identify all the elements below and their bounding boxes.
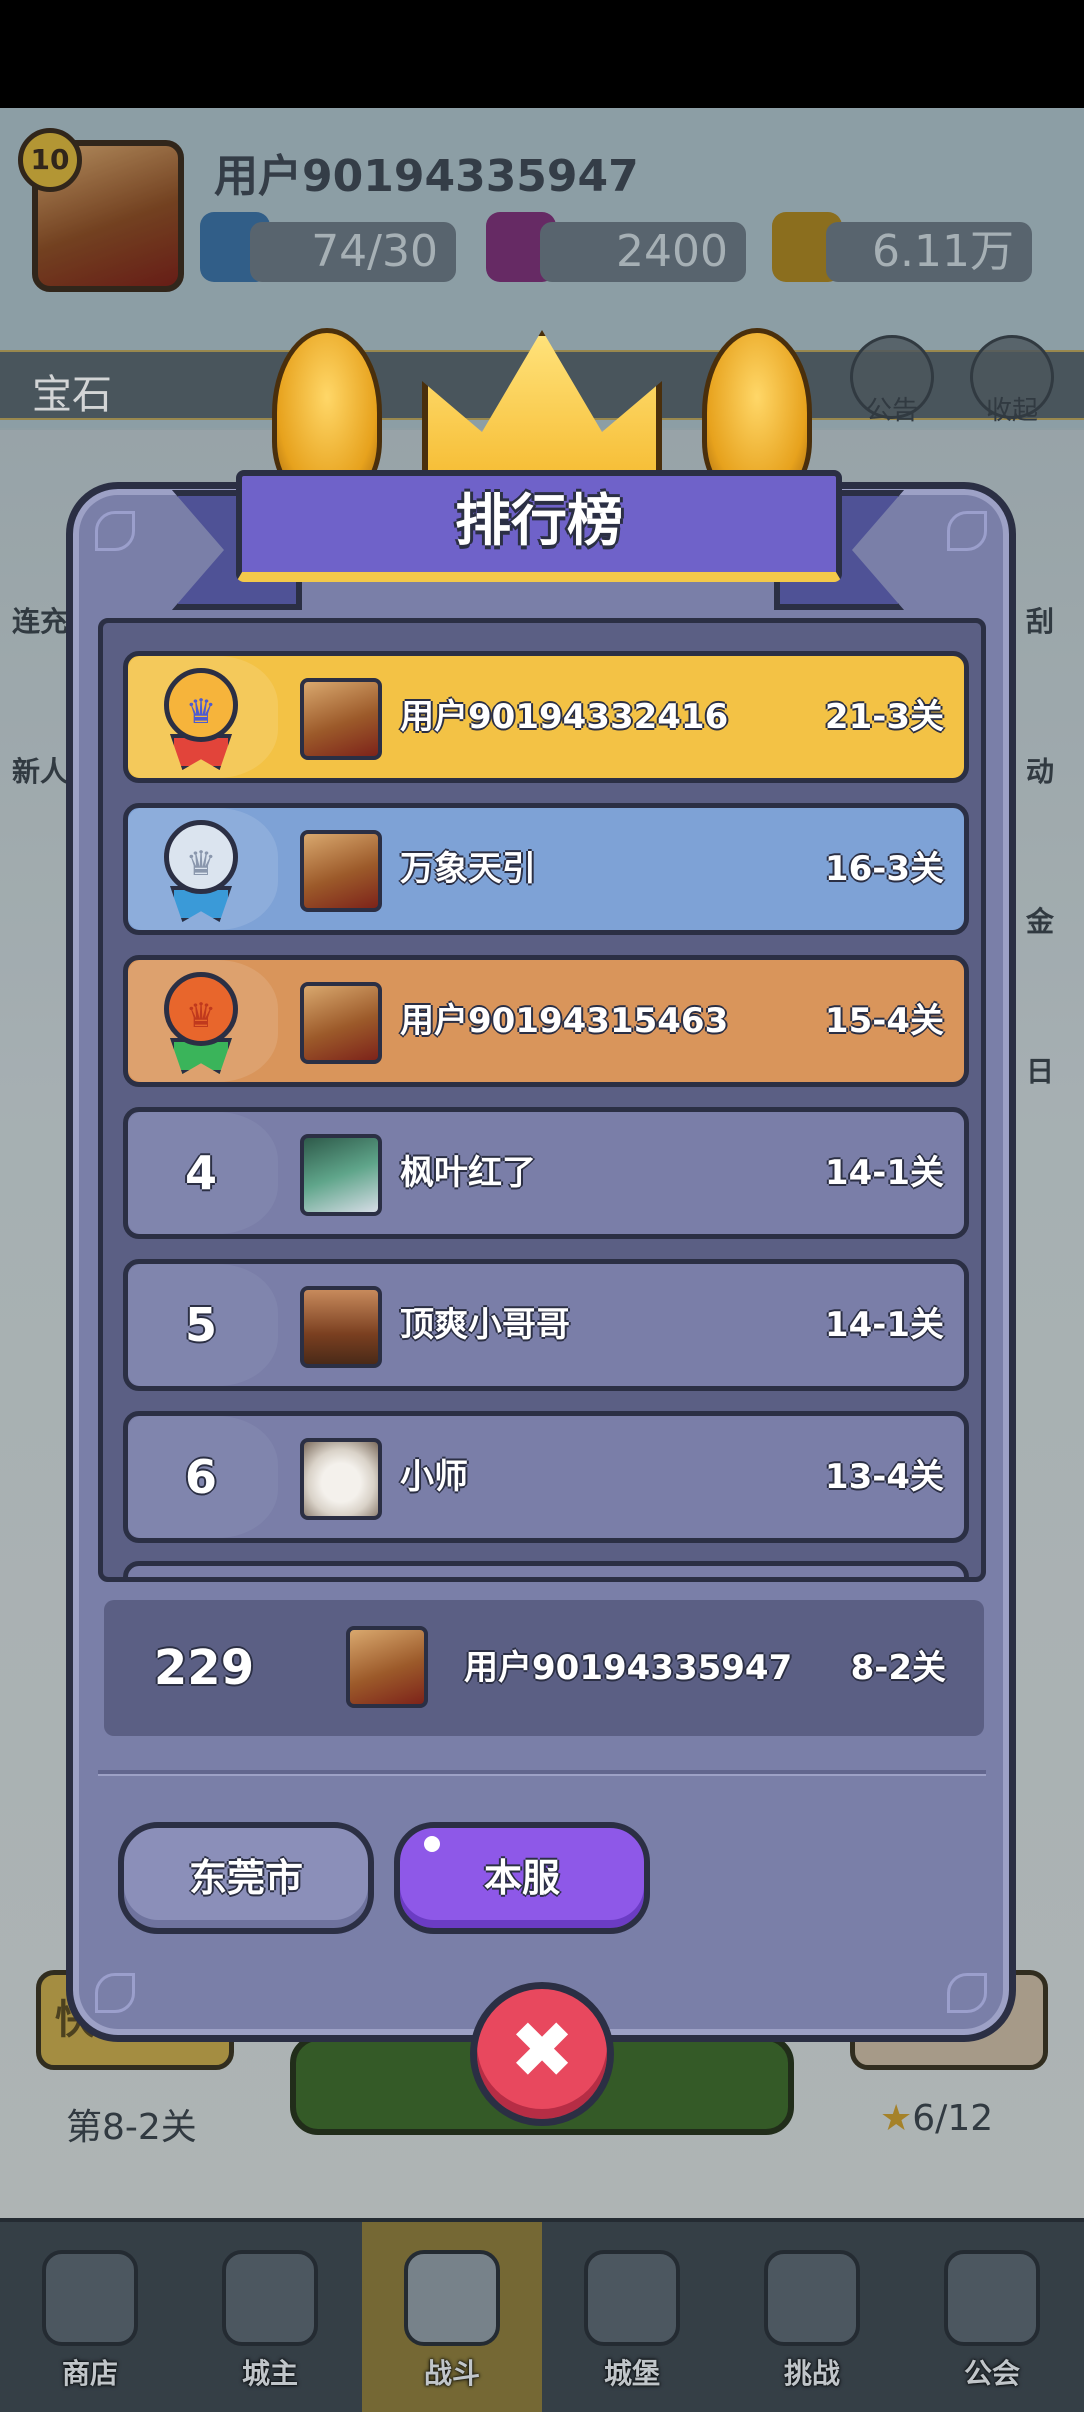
my-rank-row: 229 用户90194335947 8-2关: [104, 1600, 984, 1736]
avatar: [300, 982, 382, 1064]
leaderboard-row-4[interactable]: 4 枫叶红了 14-1关: [123, 1107, 969, 1239]
player-name: 顶爽小哥哥: [400, 1305, 570, 1345]
avatar: [300, 1134, 382, 1216]
close-button[interactable]: ✖: [470, 1982, 614, 2126]
my-player-stage: 8-2关: [850, 1648, 946, 1688]
medal-crown-icon: ♛: [185, 996, 217, 1036]
tab-shine: [424, 1836, 440, 1852]
corner-ornament-icon: [947, 511, 987, 551]
leaderboard-list[interactable]: ♛ 用户90194332416 21-3关 ♛ 万象天引 16-3关 ♛ 用户9…: [98, 618, 986, 1582]
player-stage: 14-1关: [824, 1153, 944, 1193]
player-stage: 21-3关: [824, 697, 944, 737]
corner-ornament-icon: [947, 1973, 987, 2013]
player-name: 用户90194315463: [400, 1001, 729, 1041]
player-stage: 13-4关: [824, 1457, 944, 1497]
leaderboard-row-1[interactable]: ♛ 用户90194332416 21-3关: [123, 651, 969, 783]
tab-local-city[interactable]: 东莞市: [118, 1822, 374, 1934]
tab-this-server[interactable]: 本服: [394, 1822, 650, 1934]
leaderboard-row-6[interactable]: 6 小师 13-4关: [123, 1411, 969, 1543]
leaderboard-title: 排行榜: [455, 489, 623, 554]
silver-medal-icon: ♛: [140, 808, 258, 930]
leaderboard-row-next[interactable]: [123, 1561, 969, 1577]
leaderboard-row-5[interactable]: 5 顶爽小哥哥 14-1关: [123, 1259, 969, 1391]
medal-core: ♛: [164, 668, 238, 742]
avatar: [300, 1286, 382, 1368]
corner-ornament-icon: [95, 511, 135, 551]
avatar: [300, 678, 382, 760]
medal-crown-icon: ♛: [185, 692, 217, 732]
my-rank-number: 229: [153, 1640, 255, 1696]
leaderboard-row-2[interactable]: ♛ 万象天引 16-3关: [123, 803, 969, 935]
rank-number: 6: [184, 1450, 217, 1504]
rank-number: 5: [184, 1298, 217, 1352]
rank-number: 4: [184, 1146, 217, 1200]
divider: [98, 1770, 986, 1776]
close-icon: ✖: [509, 2006, 575, 2096]
tab-this-server-label: 本服: [483, 1856, 560, 1900]
avatar: [346, 1626, 428, 1708]
medal-core: ♛: [164, 820, 238, 894]
medal-core: ♛: [164, 972, 238, 1046]
player-name: 小师: [400, 1457, 468, 1497]
medal-crown-icon: ♛: [185, 844, 217, 884]
avatar: [300, 1438, 382, 1520]
my-player-name: 用户90194335947: [464, 1648, 793, 1688]
player-stage: 16-3关: [824, 849, 944, 889]
corner-ornament-icon: [95, 1973, 135, 2013]
player-name: 用户90194332416: [400, 697, 729, 737]
leaderboard-row-3[interactable]: ♛ 用户90194315463 15-4关: [123, 955, 969, 1087]
player-stage: 14-1关: [824, 1305, 944, 1345]
gold-medal-icon: ♛: [140, 656, 258, 778]
player-name: 万象天引: [400, 849, 536, 889]
avatar: [300, 830, 382, 912]
bronze-medal-icon: ♛: [140, 960, 258, 1082]
status-bar: [0, 0, 1084, 108]
player-name: 枫叶红了: [400, 1153, 536, 1193]
player-stage: 15-4关: [824, 1001, 944, 1041]
